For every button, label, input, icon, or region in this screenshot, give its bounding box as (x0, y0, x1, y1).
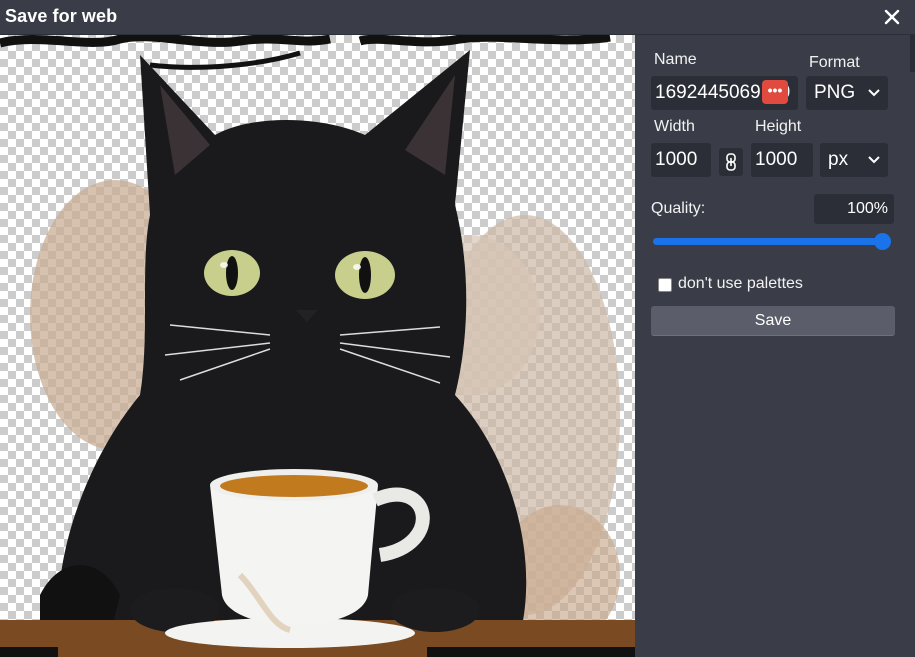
title-bar: Save for web (0, 0, 915, 35)
unit-select[interactable]: px (820, 143, 888, 177)
save-button[interactable]: Save (651, 306, 895, 336)
cat-coffee-illustration (0, 35, 635, 657)
format-value: PNG (814, 82, 856, 103)
save-for-web-dialog: Save for web Name Format 1692445069…0 ••… (0, 0, 915, 657)
name-label: Name (654, 51, 697, 68)
dont-use-palettes-checkbox[interactable] (658, 278, 672, 292)
close-icon (884, 9, 900, 25)
quality-slider[interactable] (651, 233, 895, 251)
dont-use-palettes-label[interactable]: don't use palettes (678, 275, 803, 293)
chain-link-icon (726, 153, 736, 171)
close-button[interactable] (881, 6, 903, 28)
quality-value-input[interactable]: 100% (814, 194, 894, 224)
format-label: Format (809, 54, 860, 71)
format-select[interactable]: PNG (806, 76, 888, 110)
width-label: Width (654, 118, 695, 135)
quality-label: Quality: (651, 200, 706, 217)
scrollbar-edge (910, 35, 915, 72)
chevron-down-icon (868, 89, 880, 97)
width-input[interactable]: 1000 (651, 143, 711, 177)
quality-slider-fill (653, 238, 891, 245)
more-options-badge[interactable]: ••• (762, 80, 788, 104)
quality-slider-thumb[interactable] (874, 233, 891, 250)
constrain-proportions-button[interactable] (719, 148, 743, 176)
export-settings-panel: Name Format 1692445069…0 ••• PNG Width H… (635, 35, 910, 657)
dialog-title: Save for web (5, 6, 118, 26)
image-preview[interactable] (0, 35, 635, 657)
height-label: Height (755, 118, 802, 135)
height-input[interactable]: 1000 (751, 143, 813, 177)
unit-value: px (828, 149, 849, 170)
chevron-down-icon (868, 156, 880, 164)
